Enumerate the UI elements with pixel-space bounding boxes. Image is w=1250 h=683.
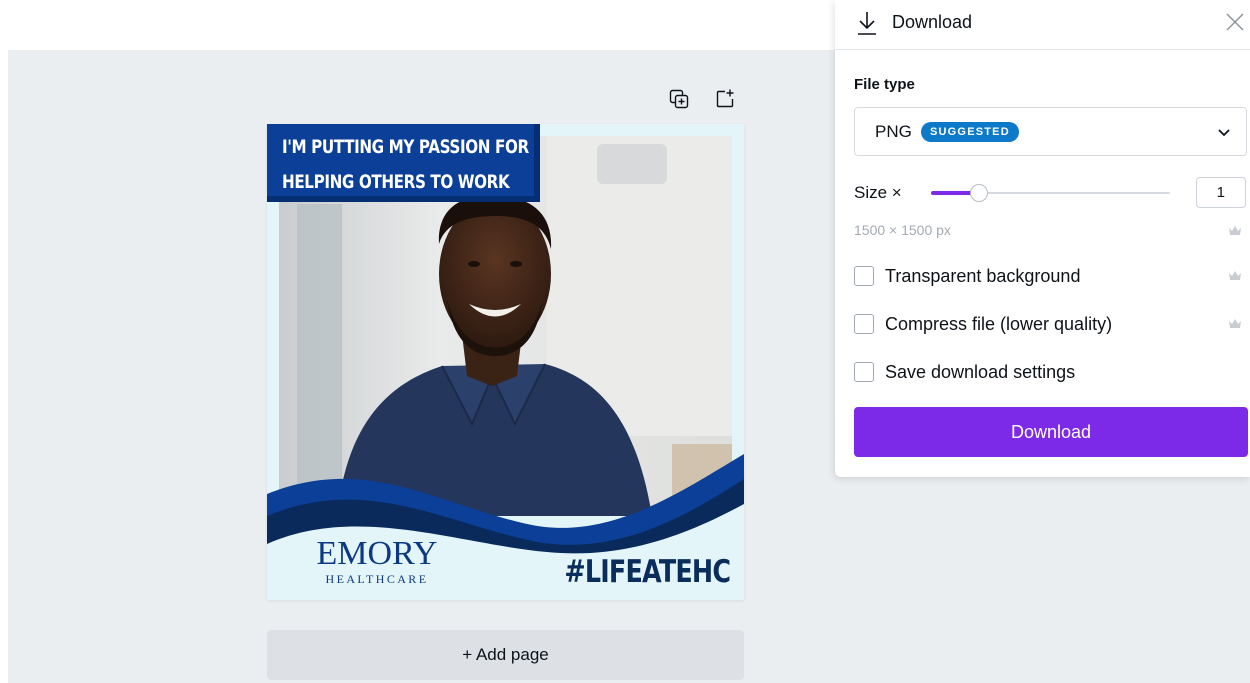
- size-slider[interactable]: [931, 183, 1170, 203]
- size-label: Size ×: [854, 183, 902, 202]
- transparent-background-label: Transparent background: [885, 265, 1081, 286]
- save-settings-checkbox[interactable]: [854, 362, 874, 382]
- add-page-icon[interactable]: [714, 88, 736, 110]
- logo-subtitle: HEALTHCARE: [325, 572, 429, 586]
- crown-icon: [1229, 271, 1241, 280]
- add-page-button[interactable]: + Add page: [267, 630, 744, 680]
- design-canvas[interactable]: I'M PUTTING MY PASSION FOR HELPING OTHER…: [267, 124, 744, 600]
- file-type-value: PNG: [875, 122, 912, 141]
- headline-line-2: HELPING OTHERS TO WORK: [282, 171, 510, 193]
- download-panel: Download File type PNG SUGGESTED Size × …: [835, 0, 1250, 477]
- headline-box[interactable]: I'M PUTTING MY PASSION FOR HELPING OTHER…: [267, 124, 540, 202]
- compress-file-checkbox[interactable]: [854, 314, 874, 334]
- chevron-down-icon: [1218, 129, 1230, 137]
- hashtag-text[interactable]: #LIFEATEHC: [564, 554, 731, 590]
- crown-icon: [1229, 226, 1241, 235]
- slider-thumb[interactable]: [969, 184, 988, 202]
- suggested-badge: SUGGESTED: [921, 122, 1019, 142]
- transparent-background-checkbox[interactable]: [854, 266, 874, 286]
- panel-header: Download: [835, 0, 1250, 50]
- close-icon[interactable]: [1224, 11, 1246, 33]
- size-input[interactable]: [1196, 177, 1246, 208]
- crown-icon: [1229, 319, 1241, 328]
- compress-file-option[interactable]: Compress file (lower quality): [854, 312, 1112, 336]
- page-tools: [668, 88, 736, 110]
- duplicate-page-icon[interactable]: [668, 88, 690, 110]
- save-settings-label: Save download settings: [885, 361, 1076, 382]
- compress-file-label: Compress file (lower quality): [885, 313, 1113, 334]
- logo-name: EMORY: [316, 535, 438, 572]
- download-button[interactable]: Download: [854, 407, 1248, 457]
- dimensions-text: 1500 × 1500 px: [854, 222, 951, 238]
- save-settings-option[interactable]: Save download settings: [854, 360, 1075, 384]
- download-icon: [858, 12, 876, 35]
- headline-line-1: I'M PUTTING MY PASSION FOR: [282, 136, 529, 158]
- panel-title: Download: [892, 12, 973, 32]
- file-type-label: File type: [854, 76, 915, 93]
- emory-logo[interactable]: EMORY HEALTHCARE: [315, 535, 439, 587]
- transparent-background-option[interactable]: Transparent background: [854, 264, 1080, 288]
- file-type-select[interactable]: PNG SUGGESTED: [854, 107, 1247, 156]
